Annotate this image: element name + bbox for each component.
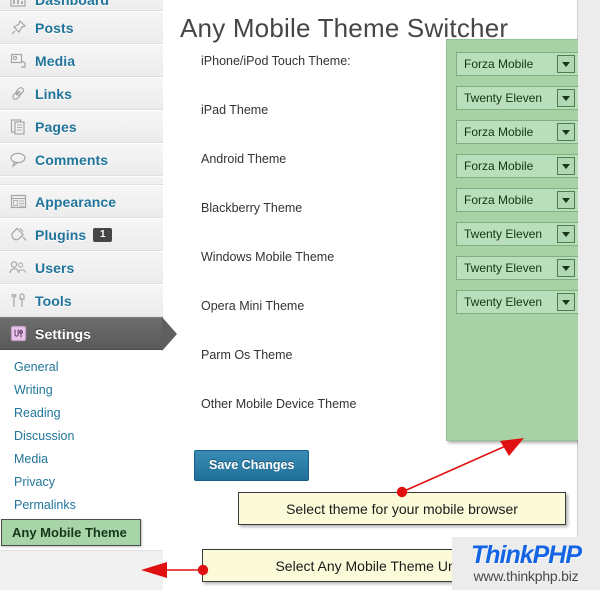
- tools-icon: [8, 291, 28, 311]
- comment-bubble-icon: [8, 150, 28, 170]
- sidebar-divider: [0, 176, 163, 185]
- theme-select-value: Twenty Eleven: [464, 227, 543, 241]
- sidebar-item-media[interactable]: Media: [0, 44, 163, 77]
- chevron-down-icon[interactable]: [557, 293, 575, 311]
- chevron-down-icon[interactable]: [557, 55, 575, 73]
- dashboard-icon: [8, 0, 28, 10]
- pages-icon: [8, 117, 28, 137]
- theme-select-windows-mobile[interactable]: Forza Mobile: [456, 188, 579, 212]
- theme-select-iphone[interactable]: Forza Mobile: [456, 52, 579, 76]
- theme-row-label: Opera Mini Theme: [201, 299, 305, 313]
- chevron-down-icon[interactable]: [557, 157, 575, 175]
- chevron-down-icon[interactable]: [557, 191, 575, 209]
- theme-select-blackberry[interactable]: Forza Mobile: [456, 154, 579, 178]
- save-changes-button[interactable]: Save Changes: [194, 450, 310, 481]
- sidebar-item-general[interactable]: General: [0, 356, 163, 379]
- theme-select-ipad[interactable]: Twenty Eleven: [456, 86, 579, 110]
- sidebar-item-tools[interactable]: Tools: [0, 284, 163, 317]
- sidebar-item-any-mobile-theme[interactable]: Any Mobile Theme: [1, 519, 141, 546]
- sidebar-item-users[interactable]: Users: [0, 251, 163, 284]
- users-icon: [8, 258, 28, 278]
- sidebar-item-appearance[interactable]: Appearance: [0, 185, 163, 218]
- theme-row-label: Windows Mobile Theme: [201, 250, 335, 264]
- sidebar-item-discussion[interactable]: Discussion: [0, 425, 163, 448]
- theme-select-value: Twenty Eleven: [464, 91, 543, 105]
- theme-label-column: iPhone/iPod Touch Theme: iPad Theme Andr…: [201, 54, 451, 446]
- theme-select-other-mobile[interactable]: Twenty Eleven: [456, 290, 579, 314]
- sidebar-item-dashboard[interactable]: Dashboard: [0, 0, 163, 11]
- sidebar-item-label: Media: [35, 52, 76, 69]
- watermark-brand: ThinkPHP: [470, 541, 582, 569]
- theme-select-android[interactable]: Forza Mobile: [456, 120, 579, 144]
- media-icon: [8, 51, 28, 71]
- sidebar-item-label: Links: [35, 85, 73, 102]
- sidebar-item-label: Settings: [35, 325, 92, 342]
- page-background-strip: [578, 0, 600, 590]
- sidebar-item-writing[interactable]: Writing: [0, 379, 163, 402]
- sidebar-item-label: Tools: [35, 292, 72, 309]
- sidebar-item-label: Pages: [35, 118, 77, 135]
- thinkphp-watermark: ThinkPHP www.thinkphp.biz: [452, 537, 600, 590]
- theme-row-label: Other Mobile Device Theme: [201, 397, 357, 411]
- theme-row-label: iPad Theme: [201, 103, 269, 117]
- callout-select-theme: Select theme for your mobile browser: [238, 492, 566, 525]
- theme-select-value: Forza Mobile: [464, 159, 534, 173]
- sidebar-item-label: Appearance: [35, 193, 117, 210]
- settings-icon: [8, 324, 28, 344]
- theme-select-parm-os[interactable]: Twenty Eleven: [456, 256, 579, 280]
- chevron-down-icon[interactable]: [557, 225, 575, 243]
- sidebar-item-comments[interactable]: Comments: [0, 143, 163, 176]
- link-icon: [8, 84, 28, 104]
- theme-select-value: Twenty Eleven: [464, 295, 543, 309]
- chevron-down-icon[interactable]: [557, 123, 575, 141]
- theme-select-value: Forza Mobile: [464, 125, 534, 139]
- sidebar-item-label: Plugins: [35, 226, 87, 243]
- plugins-update-badge: 1: [93, 227, 113, 242]
- theme-select-opera-mini[interactable]: Twenty Eleven: [456, 222, 579, 246]
- sidebar-item-settings[interactable]: Settings: [0, 316, 177, 351]
- theme-row-label: Android Theme: [201, 152, 287, 166]
- theme-row-label: iPhone/iPod Touch Theme:: [201, 54, 351, 68]
- chevron-down-icon[interactable]: [557, 259, 575, 277]
- theme-row-label: Blackberry Theme: [201, 201, 303, 215]
- theme-row-label: Parm Os Theme: [201, 348, 293, 362]
- sidebar-item-plugins[interactable]: Plugins 1: [0, 218, 163, 251]
- sidebar-item-permalinks[interactable]: Permalinks: [0, 494, 163, 517]
- theme-select-value: Forza Mobile: [464, 193, 534, 207]
- plug-icon: [8, 225, 28, 245]
- watermark-url: www.thinkphp.biz: [473, 568, 579, 584]
- sidebar-item-posts[interactable]: Posts: [0, 11, 163, 44]
- theme-select-value: Twenty Eleven: [464, 261, 543, 275]
- settings-submenu: General Writing Reading Discussion Media…: [0, 350, 163, 551]
- sidebar-item-links[interactable]: Links: [0, 77, 163, 110]
- appearance-icon: [8, 192, 28, 212]
- wordpress-admin-screen: Any Mobile Theme Switcher iPhone/iPod To…: [0, 0, 600, 590]
- sidebar-item-privacy[interactable]: Privacy: [0, 471, 163, 494]
- pin-icon: [8, 18, 28, 38]
- sidebar-item-reading[interactable]: Reading: [0, 402, 163, 425]
- sidebar-item-label: Posts: [35, 19, 74, 36]
- theme-selects-panel: Forza Mobile Twenty Eleven Forza Mobile …: [446, 39, 589, 441]
- sidebar-item-pages[interactable]: Pages: [0, 110, 163, 143]
- theme-select-value: Forza Mobile: [464, 57, 534, 71]
- sidebar-item-label: Dashboard: [35, 0, 110, 8]
- sidebar-item-label: Comments: [35, 151, 109, 168]
- admin-sidebar-menu: Dashboard Posts Media Links Pages Commen…: [0, 0, 177, 590]
- chevron-down-icon[interactable]: [557, 89, 575, 107]
- sidebar-item-label: Users: [35, 259, 75, 276]
- sidebar-item-media-settings[interactable]: Media: [0, 448, 163, 471]
